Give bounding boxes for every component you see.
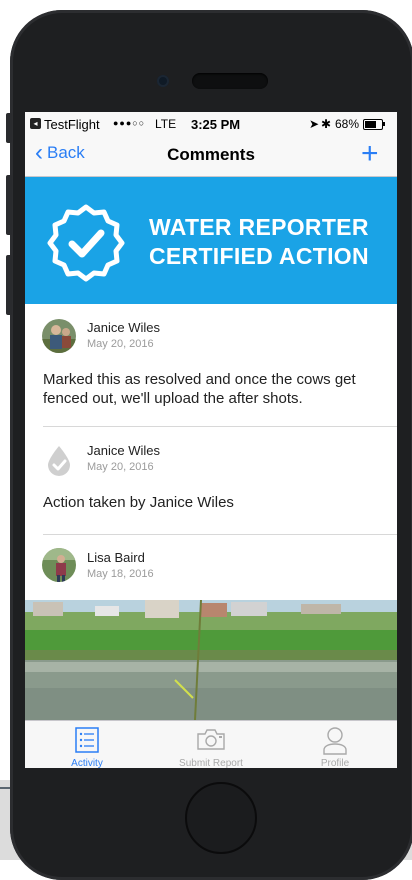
comment-author: Janice Wiles	[87, 320, 160, 335]
status-bar: ◂ TestFlight ●●●○○ LTE 3:25 PM ➤ ✱ 68%	[25, 112, 397, 136]
battery-percent: 68%	[335, 117, 360, 131]
tab-activity-label: Activity	[71, 758, 103, 768]
earpiece-speaker	[192, 73, 268, 89]
comment-text: Marked this as resolved and once the cow…	[43, 371, 356, 407]
certified-action-banner: WATER REPORTER CERTIFIED ACTION	[25, 177, 397, 304]
water-drop-check-icon	[42, 442, 76, 476]
add-comment-button[interactable]: +	[361, 137, 379, 171]
clock: 3:25 PM	[191, 117, 241, 132]
front-camera	[157, 75, 169, 87]
page-title: Comments	[167, 145, 255, 164]
app-screen: ◂ TestFlight ●●●○○ LTE 3:25 PM ➤ ✱ 68% ‹…	[25, 112, 397, 768]
bluetooth-icon: ✱	[321, 117, 332, 131]
tab-submit-report-label: Submit Report	[179, 758, 243, 768]
comment-divider	[43, 426, 397, 427]
navigation-bar: ‹ Back Comments +	[25, 136, 397, 177]
location-arrow-icon: ➤	[309, 117, 320, 131]
tab-profile[interactable]: Profile	[273, 721, 397, 768]
list-icon	[75, 727, 99, 753]
comment-author: Janice Wiles	[87, 443, 160, 458]
comment-divider	[43, 534, 397, 535]
volume-up-button	[6, 175, 12, 235]
tab-profile-label: Profile	[320, 758, 350, 768]
signal-strength: ●●●○○	[113, 118, 146, 128]
checkmark-badge-icon	[47, 204, 125, 282]
report-photo[interactable]	[25, 600, 397, 720]
avatar[interactable]	[42, 319, 76, 353]
battery-icon	[363, 119, 383, 130]
comment-date: May 20, 2016	[87, 338, 154, 350]
battery-tip	[383, 122, 385, 126]
home-button[interactable]	[185, 782, 257, 854]
back-to-app-icon[interactable]: ◂	[30, 118, 41, 129]
banner-line-1: WATER REPORTER	[149, 214, 369, 240]
tab-submit-report[interactable]: Submit Report	[149, 721, 273, 768]
banner-line-2: CERTIFIED ACTION	[149, 243, 369, 269]
avatar[interactable]	[42, 548, 76, 582]
comment-author: Lisa Baird	[87, 550, 145, 565]
network-type: LTE	[155, 117, 177, 131]
comment-date: May 18, 2016	[87, 568, 154, 580]
mute-switch	[6, 113, 12, 143]
carrier-label: TestFlight	[44, 117, 100, 132]
volume-down-button	[6, 255, 12, 315]
tab-activity[interactable]: Activity	[25, 721, 149, 768]
comment-date: May 20, 2016	[87, 461, 154, 473]
comment-text: Action taken by Janice Wiles	[43, 494, 234, 511]
person-icon	[323, 727, 347, 755]
tab-bar: Activity Submit Report Profile	[25, 720, 397, 768]
banner-title: WATER REPORTER CERTIFIED ACTION	[149, 213, 369, 271]
camera-icon	[197, 729, 225, 750]
